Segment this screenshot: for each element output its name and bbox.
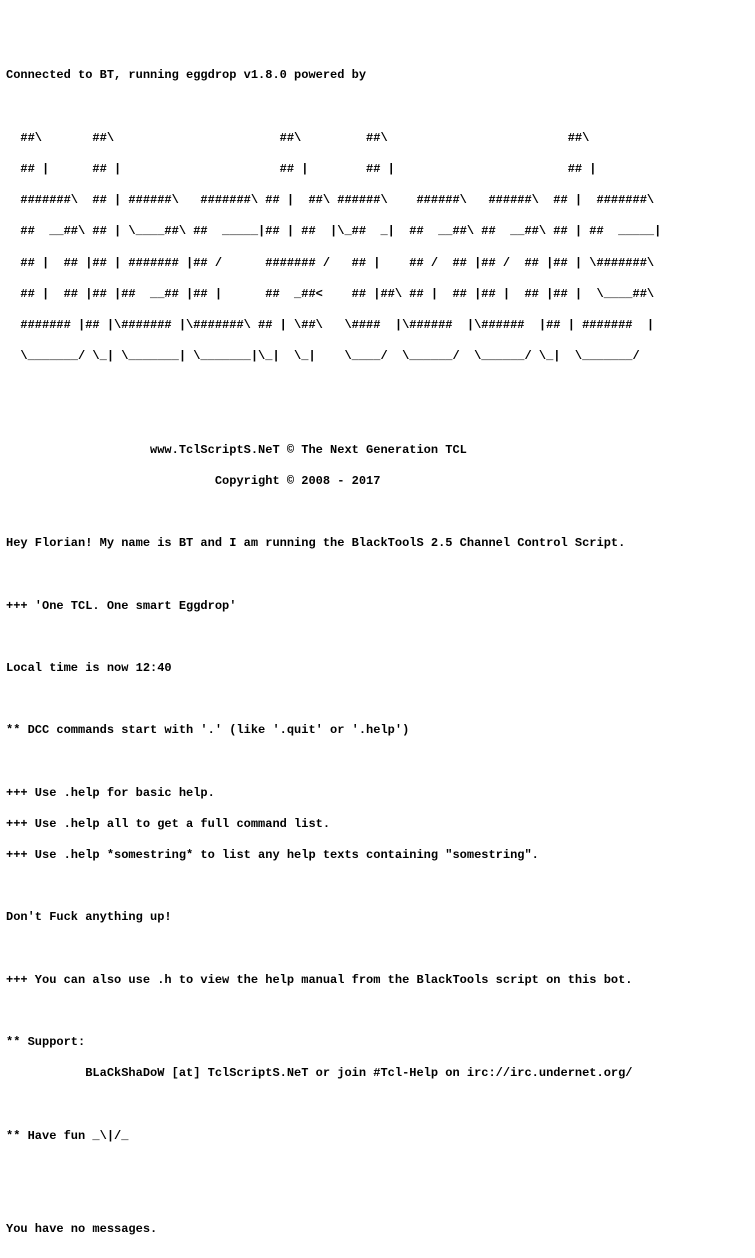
site-label: www.TclScriptS.NeT © The Next Generation… — [6, 443, 755, 459]
terminal-blank — [6, 505, 755, 521]
warning-line: Don't Fuck anything up! — [6, 910, 755, 926]
dcc-info: ** DCC commands start with '.' (like '.q… — [6, 723, 755, 739]
ascii-banner-1: ##\ ##\ ##\ ##\ ##\ — [6, 131, 755, 147]
ascii-banner-2: ## | ## | ## | ## | ## | — [6, 162, 755, 178]
ascii-banner-4: ## __##\ ## | \____##\ ## _____|## | ## … — [6, 224, 755, 240]
help-tip-2: +++ Use .help all to get a full command … — [6, 817, 755, 833]
terminal-blank — [6, 942, 755, 958]
terminal-blank — [6, 1191, 755, 1207]
support-contact: BLaCkShaDoW [at] TclScriptS.NeT or join … — [6, 1066, 755, 1082]
terminal-blank — [6, 692, 755, 708]
help-manual-tip: +++ You can also use .h to view the help… — [6, 973, 755, 989]
terminal-blank — [6, 380, 755, 396]
ascii-banner-7: ####### |## |\####### |\#######\ ## | \#… — [6, 318, 755, 334]
local-time: Local time is now 12:40 — [6, 661, 755, 677]
ascii-banner-6: ## | ## |## |## __## |## | ## _##< ## |#… — [6, 287, 755, 303]
copyright-label: Copyright © 2008 - 2017 — [6, 474, 755, 490]
terminal-blank — [6, 879, 755, 895]
ascii-banner-8: \_______/ \_| \_______| \_______|\_| \_|… — [6, 349, 755, 365]
terminal-blank — [6, 1004, 755, 1020]
terminal-blank — [6, 755, 755, 771]
terminal-blank — [6, 567, 755, 583]
help-tip-3: +++ Use .help *somestring* to list any h… — [6, 848, 755, 864]
greeting-line: Hey Florian! My name is BT and I am runn… — [6, 536, 755, 552]
help-tip-1: +++ Use .help for basic help. — [6, 786, 755, 802]
terminal-blank — [6, 100, 755, 116]
terminal-header: Connected to BT, running eggdrop v1.8.0 … — [6, 68, 755, 84]
messages-status: You have no messages. — [6, 1222, 755, 1238]
terminal-blank — [6, 630, 755, 646]
ascii-banner-3: #######\ ## | ######\ #######\ ## | ##\ … — [6, 193, 755, 209]
terminal-blank — [6, 411, 755, 427]
terminal-blank — [6, 1160, 755, 1176]
have-fun: ** Have fun _\|/_ — [6, 1129, 755, 1145]
support-label: ** Support: — [6, 1035, 755, 1051]
tagline: +++ 'One TCL. One smart Eggdrop' — [6, 599, 755, 615]
terminal-blank — [6, 1098, 755, 1114]
ascii-banner-5: ## | ## |## | ####### |## / ####### / ##… — [6, 256, 755, 272]
